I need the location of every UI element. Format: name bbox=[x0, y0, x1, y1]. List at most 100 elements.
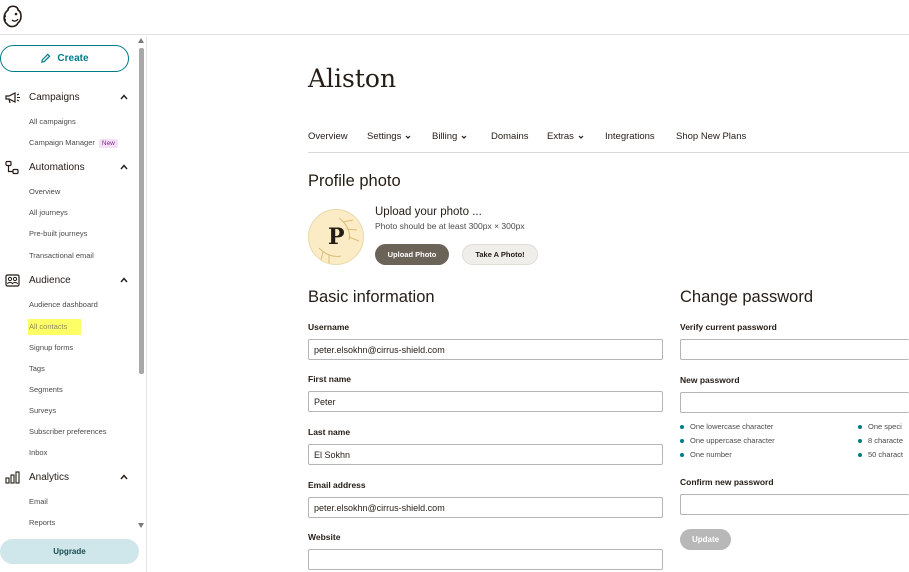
password-requirement: One lowercase character bbox=[680, 422, 773, 431]
sidebar-item-all-contacts[interactable]: All contacts bbox=[28, 319, 82, 335]
scrollbar-thumb[interactable] bbox=[139, 48, 144, 374]
sidebar-item-subscriber-preferences[interactable]: Subscriber preferences bbox=[29, 427, 107, 437]
sidebar-item-surveys[interactable]: Surveys bbox=[29, 406, 56, 416]
sidebar-item-tags[interactable]: Tags bbox=[29, 364, 45, 374]
create-button[interactable]: Create bbox=[0, 45, 129, 72]
sidebar-section-automations[interactable]: Automations bbox=[4, 158, 128, 176]
tab-label: Settings bbox=[367, 131, 402, 142]
main-content: Aliston Overview Settings Billing Domain… bbox=[148, 36, 909, 572]
verify-password-label: Verify current password bbox=[680, 322, 777, 332]
chevron-down-icon bbox=[405, 135, 411, 139]
tab-domains[interactable]: Domains bbox=[491, 131, 529, 142]
sidebar-section-analytics[interactable]: Analytics bbox=[4, 468, 128, 486]
tab-settings[interactable]: Settings bbox=[367, 131, 411, 142]
sidebar-item-all-journeys[interactable]: All journeys bbox=[29, 208, 68, 218]
sidebar-scrollbar[interactable] bbox=[137, 38, 145, 528]
password-requirement: One uppercase character bbox=[680, 436, 775, 445]
top-bar bbox=[0, 0, 909, 35]
scroll-down-arrow-icon[interactable] bbox=[138, 523, 144, 528]
sidebar-section-audience[interactable]: Audience bbox=[4, 271, 128, 289]
take-photo-button[interactable]: Take A Photo! bbox=[462, 244, 538, 265]
requirement-text: One number bbox=[690, 450, 732, 459]
requirement-dot-icon bbox=[858, 438, 862, 443]
password-requirement: 8 characte bbox=[858, 436, 903, 445]
tab-label: Extras bbox=[547, 131, 574, 142]
chevron-down-icon bbox=[461, 135, 467, 139]
verify-password-field[interactable] bbox=[680, 339, 909, 360]
email-address-field[interactable] bbox=[308, 497, 663, 518]
confirm-password-label: Confirm new password bbox=[680, 477, 774, 487]
sidebar-item-overview[interactable]: Overview bbox=[29, 187, 60, 197]
requirement-dot-icon bbox=[858, 452, 862, 457]
sidebar-section-label: Audience bbox=[29, 274, 71, 286]
password-requirement: One speci bbox=[858, 422, 902, 431]
sidebar: Create Campaigns All campaigns Campaign … bbox=[0, 36, 147, 572]
requirement-dot-icon bbox=[858, 424, 862, 429]
sidebar-item-signup-forms[interactable]: Signup forms bbox=[29, 343, 73, 353]
tab-label: Shop New Plans bbox=[676, 131, 747, 142]
automation-icon bbox=[5, 160, 19, 174]
chevron-up-icon[interactable] bbox=[120, 93, 128, 101]
sidebar-item-campaign-manager[interactable]: Campaign Manager New bbox=[29, 138, 118, 149]
sidebar-item-transactional-email[interactable]: Transactional email bbox=[29, 251, 94, 261]
tab-shop-new-plans[interactable]: Shop New Plans bbox=[676, 131, 746, 142]
bar-chart-icon bbox=[5, 470, 20, 484]
new-password-field[interactable] bbox=[680, 392, 909, 413]
password-requirement: One number bbox=[680, 450, 732, 459]
upload-photo-title: Upload your photo ... bbox=[375, 206, 482, 218]
sidebar-section-label: Campaigns bbox=[29, 91, 80, 103]
sidebar-item-segments[interactable]: Segments bbox=[29, 385, 63, 395]
avatar[interactable]: P bbox=[308, 209, 364, 265]
upload-photo-button[interactable]: Upload Photo bbox=[375, 244, 449, 265]
username-field[interactable] bbox=[308, 339, 663, 360]
requirement-text: 8 characte bbox=[868, 436, 904, 445]
page-title: Aliston bbox=[308, 64, 397, 93]
avatar-initial: P bbox=[328, 224, 345, 250]
sidebar-item-email[interactable]: Email bbox=[29, 497, 48, 507]
chevron-down-icon bbox=[578, 135, 584, 139]
sidebar-item-pre-built-journeys[interactable]: Pre-built journeys bbox=[29, 229, 87, 239]
tab-integrations[interactable]: Integrations bbox=[605, 131, 655, 142]
profile-photo-heading: Profile photo bbox=[308, 172, 401, 190]
password-requirement: 50 charact bbox=[858, 450, 903, 459]
mailchimp-logo-icon[interactable] bbox=[2, 4, 24, 30]
requirement-dot-icon bbox=[680, 438, 684, 443]
requirement-dot-icon bbox=[680, 424, 684, 429]
confirm-password-field[interactable] bbox=[680, 494, 909, 515]
requirement-text: One speci bbox=[868, 422, 902, 431]
sidebar-section-label: Automations bbox=[29, 161, 85, 173]
last-name-field[interactable] bbox=[308, 444, 663, 465]
tab-extras[interactable]: Extras bbox=[547, 131, 584, 142]
sidebar-item-audience-dashboard[interactable]: Audience dashboard bbox=[29, 300, 98, 310]
website-field[interactable] bbox=[308, 549, 663, 570]
new-password-label: New password bbox=[680, 375, 740, 385]
update-password-button[interactable]: Update bbox=[680, 529, 731, 550]
scroll-up-arrow-icon[interactable] bbox=[138, 38, 144, 43]
chevron-up-icon[interactable] bbox=[120, 163, 128, 171]
create-label: Create bbox=[57, 53, 89, 64]
pencil-icon bbox=[41, 53, 51, 63]
chevron-up-icon[interactable] bbox=[120, 276, 128, 284]
tab-label: Integrations bbox=[605, 131, 655, 142]
sidebar-item-reports[interactable]: Reports bbox=[29, 518, 55, 528]
new-badge: New bbox=[98, 139, 118, 148]
sidebar-section-campaigns[interactable]: Campaigns bbox=[4, 88, 128, 106]
tab-label: Billing bbox=[432, 131, 458, 142]
sidebar-section-label: Analytics bbox=[29, 471, 70, 483]
megaphone-icon bbox=[5, 91, 20, 103]
email-address-label: Email address bbox=[308, 480, 366, 490]
chevron-up-icon[interactable] bbox=[120, 473, 128, 481]
tab-label: Domains bbox=[491, 131, 529, 142]
first-name-field[interactable] bbox=[308, 391, 663, 412]
requirement-dot-icon bbox=[680, 452, 684, 457]
requirement-text: One uppercase character bbox=[690, 436, 775, 445]
requirement-text: 50 charact bbox=[868, 450, 904, 459]
tab-billing[interactable]: Billing bbox=[432, 131, 467, 142]
account-tabs: Overview Settings Billing Domains Extras… bbox=[308, 131, 909, 153]
upgrade-button[interactable]: Upgrade bbox=[0, 539, 139, 564]
sidebar-item-inbox[interactable]: Inbox bbox=[29, 448, 47, 458]
basic-information-heading: Basic information bbox=[308, 288, 435, 306]
last-name-label: Last name bbox=[308, 427, 351, 437]
tab-overview[interactable]: Overview bbox=[308, 131, 348, 142]
sidebar-item-all-campaigns[interactable]: All campaigns bbox=[29, 117, 76, 127]
